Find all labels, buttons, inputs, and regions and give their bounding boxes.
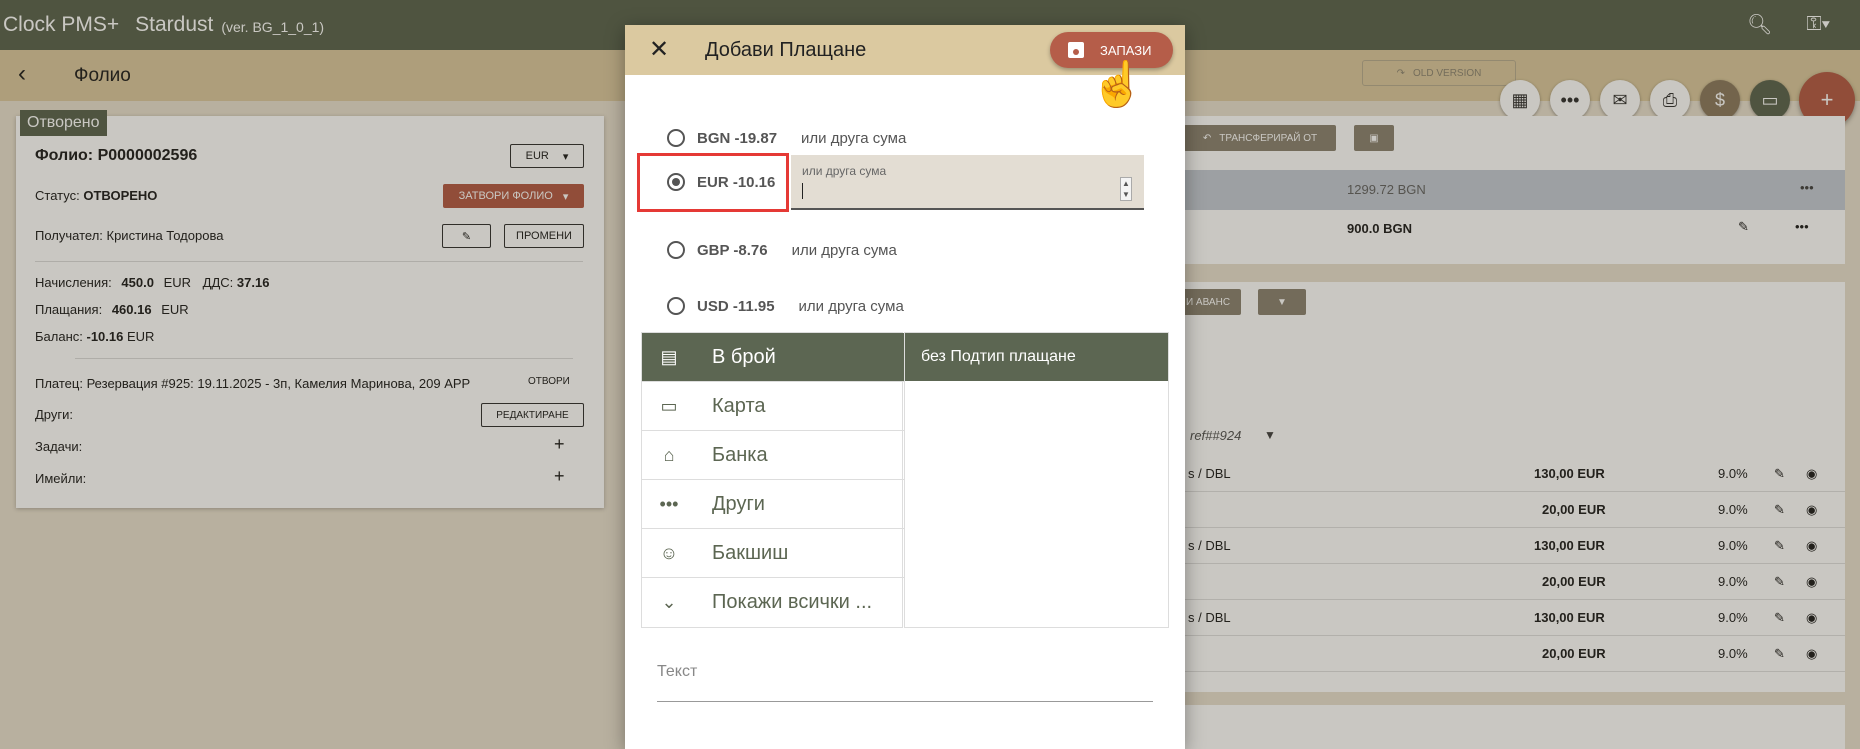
other-amount-label: или друга сума — [791, 241, 897, 259]
currency-option-bgn[interactable]: BGN -19.87 или друга сума — [667, 126, 906, 150]
payment-method-tip[interactable]: ☺ Бакшиш — [642, 529, 904, 578]
close-icon[interactable]: ✕ — [649, 35, 669, 64]
payment-subtype-list: без Подтип плащане — [904, 332, 1169, 628]
add-payment-dialog: ✕ Добави Плащане ЗАПАЗИ BGN -19.87 или д… — [625, 25, 1185, 749]
currency-value: GBP -8.76 — [697, 241, 768, 259]
highlight-box — [637, 153, 789, 212]
text-caret — [802, 183, 803, 199]
currency-option-usd[interactable]: USD -11.95 или друга сума — [667, 294, 904, 318]
payment-method-other[interactable]: ••• Други — [642, 480, 904, 529]
other-amount-input[interactable]: или друга сума ▲ ▼ — [791, 155, 1144, 210]
hand-pointer-cursor-icon: ☝ — [1090, 60, 1145, 109]
chevron-down-icon: ⌄ — [661, 592, 677, 612]
smile-icon: ☺ — [659, 542, 679, 563]
bank-icon: ⌂ — [663, 444, 675, 465]
payment-method-label: Бакшиш — [712, 541, 789, 564]
number-spinner[interactable]: ▲ ▼ — [1120, 177, 1132, 201]
payment-method-label: Други — [712, 492, 765, 515]
cash-icon: ▤ — [660, 346, 678, 367]
text-input[interactable]: Текст — [657, 655, 1153, 702]
other-amount-label: или друга сума — [801, 129, 907, 147]
currency-value: USD -11.95 — [697, 297, 775, 315]
text-field-label: Текст — [657, 663, 698, 680]
other-amount-label: или друга сума — [798, 297, 904, 315]
radio-gbp[interactable] — [667, 241, 685, 259]
card-icon: ▭ — [660, 395, 678, 416]
payment-method-bank[interactable]: ⌂ Банка — [642, 431, 904, 480]
currency-value: BGN -19.87 — [697, 129, 778, 147]
payment-method-label: Банка — [712, 443, 768, 466]
floppy-disk-icon — [1068, 42, 1084, 58]
dialog-title: Добави Плащане — [705, 39, 867, 61]
payment-method-label: Карта — [712, 394, 766, 417]
more-icon: ••• — [659, 493, 679, 514]
subtype-none[interactable]: без Подтип плащане — [905, 333, 1168, 381]
currency-option-gbp[interactable]: GBP -8.76 или друга сума — [667, 238, 897, 262]
payment-method-cash[interactable]: ▤ В брой — [642, 333, 904, 382]
save-label: ЗАПАЗИ — [1100, 42, 1152, 58]
amount-field-label: или друга сума — [802, 164, 887, 178]
payment-method-card[interactable]: ▭ Карта — [642, 382, 904, 431]
show-all-methods[interactable]: ⌄ Покажи всички ... — [642, 578, 904, 627]
radio-usd[interactable] — [667, 297, 685, 315]
payment-method-label: Покажи всички ... — [712, 591, 873, 613]
radio-bgn[interactable] — [667, 129, 685, 147]
payment-method-list: ▤ В брой ▭ Карта ⌂ Банка ••• Други ☺ Бак… — [641, 332, 904, 628]
payment-method-label: В брой — [712, 345, 776, 368]
